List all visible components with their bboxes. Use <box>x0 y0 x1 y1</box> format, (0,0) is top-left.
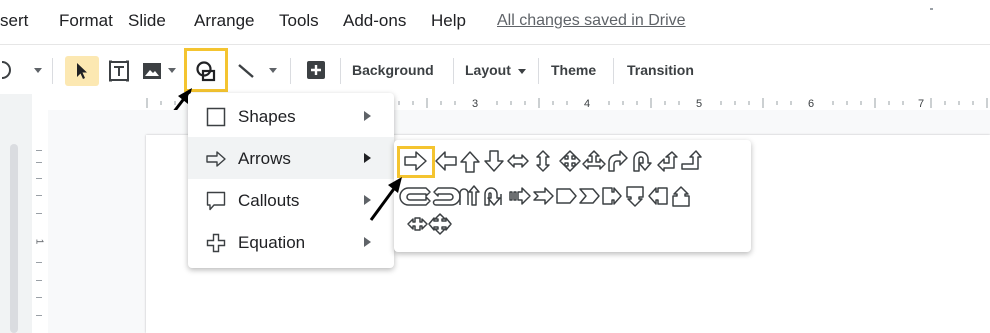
arrow-shape-grid <box>399 150 702 235</box>
up-arrow-icon[interactable] <box>460 151 480 173</box>
up-arrow-callout-icon[interactable] <box>672 186 690 207</box>
right-arrow-callout-icon[interactable] <box>602 187 622 205</box>
left-right-up-arrow-icon[interactable] <box>582 150 606 170</box>
left-up-arrow-icon[interactable] <box>657 151 678 172</box>
pentagon-arrow-icon[interactable] <box>556 188 577 204</box>
bent-up-arrow-icon[interactable] <box>681 150 702 170</box>
left-arrow-icon[interactable] <box>435 151 457 171</box>
curved-left-arrow-icon[interactable] <box>432 187 461 206</box>
bent-arrow-icon[interactable] <box>608 150 628 172</box>
striped-right-arrow-icon[interactable] <box>509 187 531 205</box>
curved-up-arrow-icon[interactable] <box>459 185 480 206</box>
curved-down-arrow-icon[interactable] <box>484 187 502 206</box>
quad-arrow-icon[interactable] <box>559 150 581 172</box>
up-down-arrow-icon[interactable] <box>536 150 550 172</box>
u-turn-arrow-icon[interactable] <box>633 151 652 172</box>
annotation-pointer-arrow <box>369 177 402 221</box>
quad-arrow-callout-icon[interactable] <box>428 213 452 235</box>
notched-right-arrow-icon[interactable] <box>533 187 554 205</box>
chevron-arrow-icon[interactable] <box>579 188 600 204</box>
down-arrow-icon[interactable] <box>484 150 504 172</box>
down-arrow-callout-icon[interactable] <box>626 186 644 207</box>
left-arrow-callout-icon[interactable] <box>648 187 668 205</box>
left-right-arrow-icon[interactable] <box>507 154 529 168</box>
left-right-arrow-callout-icon[interactable] <box>407 217 428 231</box>
